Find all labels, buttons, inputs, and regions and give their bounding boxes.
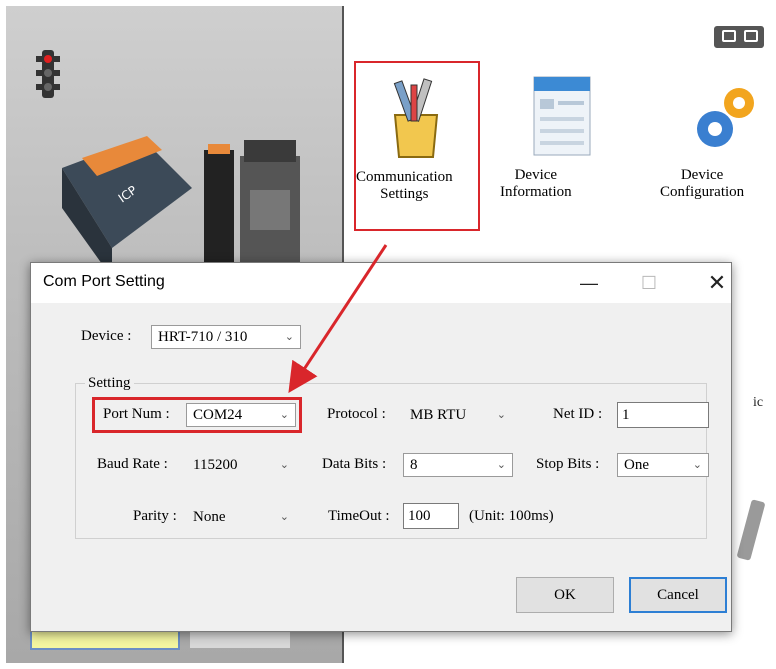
- communication-settings-button[interactable]: Communication Settings: [354, 61, 480, 231]
- data-bits-label: Data Bits :: [322, 456, 387, 472]
- tool-label: Device Configuration: [660, 167, 745, 200]
- timeout-unit-label: (Unit: 100ms): [469, 508, 554, 524]
- port-num-select[interactable]: COM24 ⌄: [186, 403, 296, 427]
- net-id-label: Net ID :: [553, 406, 603, 422]
- chevron-down-icon: ⌄: [284, 330, 294, 343]
- parity-value: None: [193, 509, 226, 525]
- stop-bits-value: One: [624, 457, 649, 473]
- device-configuration-button[interactable]: Device Configuration: [660, 73, 776, 200]
- protocol-label: Protocol :: [327, 406, 386, 422]
- net-id-input[interactable]: 1: [617, 402, 709, 428]
- port-num-value: COM24: [193, 407, 243, 423]
- protocol-value: MB RTU: [410, 407, 467, 423]
- data-bits-value: 8: [410, 457, 418, 473]
- communication-settings-icon: [393, 78, 439, 158]
- setting-group-title: Setting: [85, 375, 134, 392]
- data-bits-select[interactable]: 8 ⌄: [403, 453, 513, 477]
- close-button[interactable]: ✕: [697, 269, 737, 297]
- device-configuration-icon: [697, 88, 754, 147]
- dialog-title: Com Port Setting: [43, 273, 165, 290]
- port-num-label: Port Num :: [103, 406, 170, 422]
- baud-rate-value: 115200: [193, 457, 238, 473]
- device-value: HRT-710 / 310: [158, 329, 248, 345]
- dialog-title-bar[interactable]: Com Port Setting — ☐ ✕: [31, 263, 731, 303]
- chevron-down-icon: ⌄: [692, 458, 702, 471]
- stop-bits-label: Stop Bits :: [536, 456, 600, 472]
- tool-label: Device Information: [500, 167, 572, 200]
- device-select[interactable]: HRT-710 / 310 ⌄: [151, 325, 301, 349]
- traffic-light-icon: [36, 50, 60, 98]
- chevron-down-icon: ⌄: [496, 408, 506, 421]
- timeout-input[interactable]: 100: [403, 503, 459, 529]
- device-information-icon: [533, 76, 591, 156]
- baud-rate-select[interactable]: 115200 ⌄: [186, 453, 296, 477]
- maximize-button[interactable]: ☐: [629, 269, 669, 297]
- chevron-down-icon: ⌄: [496, 458, 506, 471]
- protocol-select[interactable]: MB RTU ⌄: [403, 403, 513, 427]
- stop-bits-select[interactable]: One ⌄: [617, 453, 709, 477]
- close-icon[interactable]: [744, 30, 758, 42]
- chevron-down-icon: ⌄: [279, 458, 289, 471]
- chevron-down-icon: ⌄: [279, 510, 289, 523]
- partial-label: ic: [753, 395, 764, 410]
- device-image-icon: ICP: [62, 136, 192, 278]
- module-image-icon: [204, 140, 300, 280]
- device-label: Device :: [81, 328, 132, 344]
- minimize-button[interactable]: —: [569, 269, 609, 297]
- cancel-button[interactable]: Cancel: [629, 577, 727, 613]
- timeout-label: TimeOut :: [328, 508, 390, 524]
- parity-label: Parity :: [133, 508, 177, 524]
- chevron-down-icon: ⌄: [279, 408, 289, 421]
- com-port-setting-dialog: Com Port Setting — ☐ ✕ Device : HRT-710 …: [30, 262, 732, 632]
- window-controls[interactable]: [714, 26, 764, 48]
- device-information-button[interactable]: Device Information: [500, 73, 620, 200]
- restore-icon[interactable]: [722, 30, 736, 42]
- tool-label: Communication Settings: [356, 169, 453, 202]
- baud-rate-label: Baud Rate :: [97, 456, 168, 472]
- ok-button[interactable]: OK: [516, 577, 614, 613]
- parity-select[interactable]: None ⌄: [186, 505, 296, 529]
